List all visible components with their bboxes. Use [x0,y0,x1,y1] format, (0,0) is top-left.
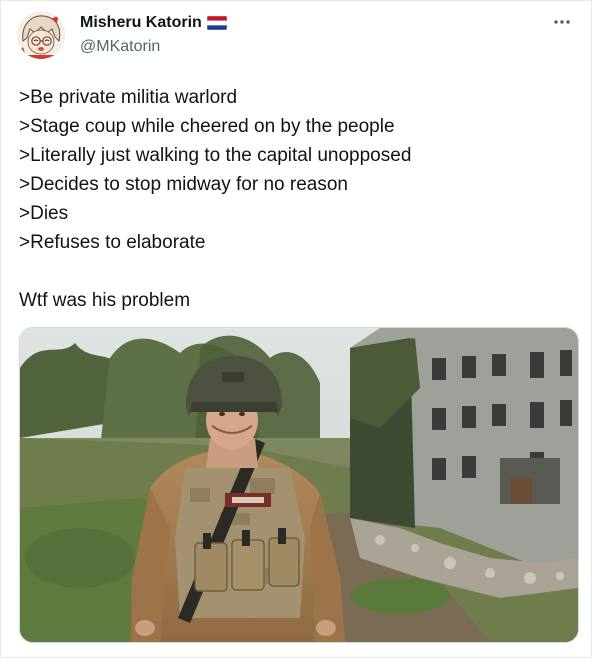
tweet-text: >Be private militia warlord >Stage coup … [19,83,579,315]
tweet-line: >Literally just walking to the capital u… [19,145,412,166]
author-display-name[interactable]: Misheru Katorin [80,14,202,32]
avatar[interactable] [17,11,65,59]
name-row: Misheru Katorin [80,12,227,34]
photo-scene [20,328,578,642]
tweet-line: >Stage coup while cheered on by the peop… [19,116,395,137]
tweet-line: >Refuses to elaborate [19,232,206,253]
netherlands-flag-icon [206,16,227,30]
tweet-line: >Decides to stop midway for no reason [19,174,348,195]
tweet-photo[interactable] [19,327,579,643]
author-info: Misheru Katorin @MKatorin [80,12,227,56]
author-handle[interactable]: @MKatorin [80,38,227,56]
tweet-card: Misheru Katorin @MKatorin >Be private mi… [0,0,592,658]
more-options-icon[interactable] [551,11,573,33]
tweet-closing-line: Wtf was his problem [19,290,191,311]
tweet-line: >Be private militia warlord [19,87,238,108]
anime-avatar-icon [17,11,65,59]
tweet-line: >Dies [19,203,69,224]
